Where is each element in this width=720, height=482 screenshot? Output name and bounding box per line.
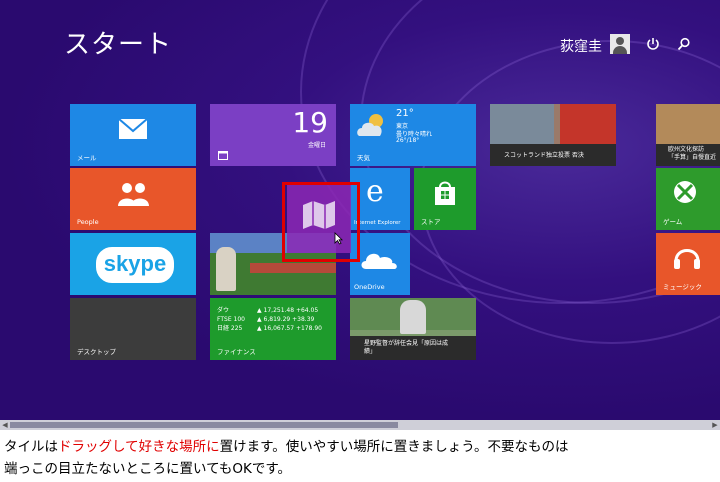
gamepad-icon bbox=[674, 181, 696, 203]
avatar[interactable] bbox=[610, 34, 630, 54]
calendar-weekday: 金曜日 bbox=[307, 142, 326, 149]
people-icon bbox=[118, 183, 149, 206]
music-tile[interactable]: ミュージック bbox=[656, 233, 720, 295]
desktop-label: デスクトップ bbox=[77, 348, 116, 356]
ie-label: Internet Explorer bbox=[354, 220, 401, 226]
store-tile[interactable]: ストア bbox=[414, 168, 476, 230]
music-label: ミュージック bbox=[663, 283, 702, 291]
scroll-left-arrow-icon[interactable]: ◀ bbox=[0, 420, 10, 430]
start-screen: スタート 荻窪圭 メール People skype デスクトップ 19 金曜日 bbox=[0, 0, 720, 420]
skype-logo: skype bbox=[96, 247, 174, 283]
ie-icon: e bbox=[366, 174, 384, 209]
weather-tile[interactable]: 21° 東京 曇り時々晴れ 26°/18° 天気 bbox=[350, 104, 476, 166]
store-label: ストア bbox=[421, 218, 441, 226]
sports-tile[interactable]: 星野監督が辞任会見「原因は成 績」 bbox=[350, 298, 476, 360]
finance-tile[interactable]: ダウ ▲ 17,251.48 +64.05 FTSE 100 ▲ 6,819.29 … bbox=[210, 298, 336, 360]
games-label: ゲーム bbox=[663, 218, 683, 226]
weather-label: 天気 bbox=[357, 154, 370, 162]
travel-tile[interactable]: 欧州文化探訪 「手算」自慢直近 bbox=[656, 104, 720, 166]
mail-icon bbox=[118, 118, 148, 139]
drag-highlight-frame bbox=[282, 182, 360, 262]
cloud-icon bbox=[357, 114, 383, 136]
news-headline: スコットランド独立投票 否決 bbox=[504, 152, 584, 159]
sports-headline: 星野監督が辞任会見「原因は成 績」 bbox=[364, 340, 449, 355]
people-tile[interactable]: People bbox=[70, 168, 196, 230]
weather-range: 26°/18° bbox=[396, 137, 420, 144]
weather-temp: 21° bbox=[396, 108, 414, 119]
scroll-right-arrow-icon[interactable]: ▶ bbox=[710, 420, 720, 430]
onedrive-label: OneDrive bbox=[354, 283, 385, 291]
travel-headline: 欧州文化探訪 「手算」自慢直近 bbox=[668, 146, 717, 161]
search-icon[interactable] bbox=[676, 36, 692, 52]
store-icon bbox=[435, 181, 455, 205]
caption: タイルはドラッグして好きな場所に置けます。使いやすい場所に置きましょう。不要なも… bbox=[4, 439, 569, 477]
calendar-tile[interactable]: 19 金曜日 bbox=[210, 104, 336, 166]
finance-label: ファイナンス bbox=[217, 348, 256, 356]
mail-tile[interactable]: メール bbox=[70, 104, 196, 166]
mouse-cursor-icon bbox=[334, 232, 343, 245]
scrollbar-thumb[interactable] bbox=[10, 422, 398, 428]
mail-label: メール bbox=[77, 154, 97, 162]
desktop-tile[interactable]: デスクトップ bbox=[70, 298, 196, 360]
caption-highlight: ドラッグして好きな場所に bbox=[58, 439, 220, 455]
horizontal-scrollbar[interactable]: ◀ ▶ bbox=[0, 420, 720, 430]
games-tile[interactable]: ゲーム bbox=[656, 168, 720, 230]
calendar-icon bbox=[218, 151, 228, 160]
user-name[interactable]: 荻窪圭 bbox=[560, 36, 602, 56]
sports-photo bbox=[400, 300, 426, 334]
skype-tile[interactable]: skype bbox=[70, 233, 196, 295]
news-tile[interactable]: スコットランド独立投票 否決 bbox=[490, 104, 616, 166]
power-icon[interactable] bbox=[645, 36, 661, 52]
page-title: スタート bbox=[64, 30, 173, 60]
headphones-icon bbox=[674, 249, 700, 269]
onedrive-icon bbox=[361, 253, 397, 269]
cyclist-photo bbox=[216, 247, 236, 291]
calendar-day: 19 bbox=[292, 106, 328, 139]
news-photo bbox=[560, 104, 616, 144]
people-label: People bbox=[77, 218, 99, 226]
